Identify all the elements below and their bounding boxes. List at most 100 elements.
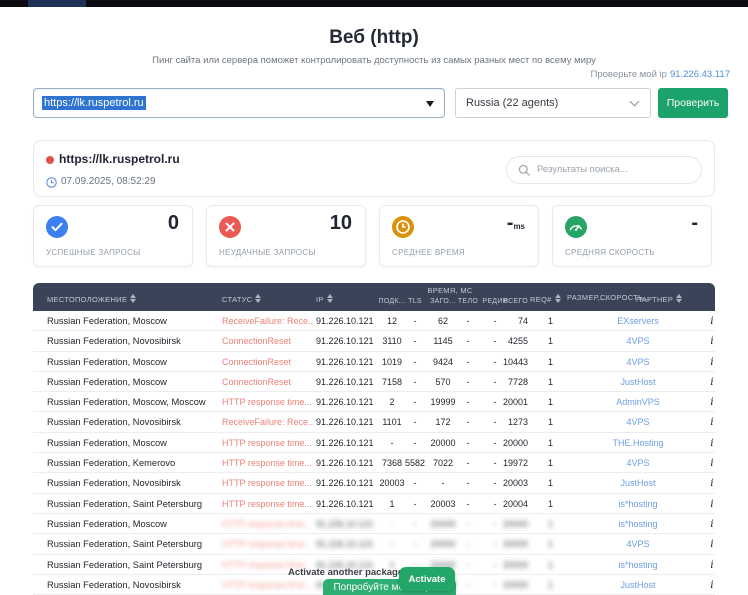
cell-req: 1 [548,499,553,509]
success-count: 0 [168,212,179,235]
cell-total: 20000 [488,539,528,549]
search-icon [518,164,531,177]
results-search-input[interactable]: Результаты поиска... [506,156,702,184]
col-ip[interactable]: IP [316,293,333,304]
cell-partner[interactable]: JustHost [588,478,688,488]
row-info-icon[interactable]: i [705,397,715,408]
cell-partner[interactable]: is*hosting [588,519,688,529]
cell-partner[interactable]: 4VPS [588,417,688,427]
col-req[interactable]: REQ# [530,293,561,304]
check-button[interactable]: Проверить [658,88,728,118]
row-info-icon[interactable]: i [705,499,715,510]
col-location[interactable]: МЕСТОПОЛОЖЕНИЕ [47,293,136,304]
cell-location: Russian Federation, Moscow [47,357,167,367]
col-body[interactable]: ТЕЛО [454,298,482,305]
row-info-icon[interactable]: i [705,580,715,591]
speedometer-icon [565,216,587,243]
cell-ip: 91.226.10.121 [316,397,374,407]
region-select-value: Russia (22 agents) [466,97,558,109]
cell-location: Russian Federation, Novosibirsk [47,336,181,346]
cell-body: - [454,458,482,468]
cell-ip: 91.226.10.121 [316,357,374,367]
activate-button[interactable]: Activate [399,567,455,591]
cell-status: ConnectionReset [222,336,291,346]
cell-body: - [454,478,482,488]
avg-time-label: СРЕДНЕЕ ВРЕМЯ [392,248,465,257]
table-row: Russian Federation, KemerovoHTTP respons… [33,453,715,473]
cell-partner[interactable]: AdminVPS [588,397,688,407]
cell-body: - [454,377,482,387]
my-ip-label: Проверьте мой ip [591,69,667,80]
failed-label: НЕУДАЧНЫЕ ЗАПРОСЫ [219,248,316,257]
cell-total: 20001 [488,397,528,407]
cell-status: HTTP response time... [222,478,312,488]
cell-location: Russian Federation, Moscow [47,438,167,448]
table-row: Russian Federation, Novosibirsk Connectio… [33,331,715,351]
row-info-icon[interactable]: i [705,316,715,327]
cell-partner[interactable]: 4VPS [588,357,688,367]
cell-req: 1 [548,357,553,367]
col-status[interactable]: СТАТУС [222,293,261,304]
col-total[interactable]: ВСЕГО [488,298,528,305]
cell-partner[interactable]: is*hosting [588,499,688,509]
page: Веб (http) Пинг сайта или сервера поможе… [0,0,748,595]
cell-partner[interactable]: is*hosting [588,560,688,570]
row-info-icon[interactable]: i [705,377,715,388]
col-partner[interactable]: ПАРТНЕР [636,293,682,304]
row-info-icon[interactable]: i [705,438,715,449]
avg-speed-label: СРЕДНЯЯ СКОРОСТЬ [565,248,655,257]
cell-body: - [454,539,482,549]
cell-body: - [454,560,482,570]
cell-req: 1 [548,438,553,448]
table-row: Russian Federation, NovosibirskReceiveFa… [33,412,715,432]
cell-total: 74 [488,316,528,326]
cell-req: 1 [548,580,553,590]
row-info-icon[interactable]: i [705,336,715,347]
cell-ip: 91.226.10.121 [316,519,374,529]
cell-status: HTTP response time... [222,438,312,448]
cell-partner[interactable]: 4VPS [588,539,688,549]
cell-total: 19972 [488,458,528,468]
table-row: Russian Federation, NovosibirskHTTP resp… [33,473,715,493]
table-row: Russian Federation, Saint PetersburgHTTP… [33,494,715,514]
card-avg-time: -ms СРЕДНЕЕ ВРЕМЯ [379,205,539,267]
cell-body: - [454,580,482,590]
cell-total: 7728 [488,377,528,387]
cell-location: Russian Federation, Saint Petersburg [47,499,202,509]
cell-location: Russian Federation, Saint Petersburg [47,539,202,549]
table-row: Russian Federation, Saint PetersburgHTTP… [33,534,715,554]
cell-ip: 91.226.10.121 [316,377,374,387]
input-dropdown-caret-icon[interactable] [426,101,434,107]
row-info-icon[interactable]: i [705,539,715,550]
cell-partner[interactable]: JustHost [588,377,688,387]
cell-body: - [454,519,482,529]
row-info-icon[interactable]: i [705,478,715,489]
table-row: Russian Federation, Moscow, MoscowHTTP r… [33,392,715,412]
cell-body: - [454,438,482,448]
cell-req: 1 [548,417,553,427]
row-info-icon[interactable]: i [705,417,715,428]
cell-total: 20000 [488,560,528,570]
cell-partner[interactable]: JustHost [588,580,688,590]
avg-speed-value: - [691,212,698,235]
row-info-icon[interactable]: i [705,560,715,571]
table-header: МЕСТОПОЛОЖЕНИЕ СТАТУС IP ВРЕМЯ, МС ПОДК.… [33,283,715,311]
success-label: УСПЕШНЫЕ ЗАПРОСЫ [46,248,141,257]
cell-partner[interactable]: 4VPS [588,336,688,346]
table-row: Russian Federation, MoscowReceiveFailure… [33,311,715,331]
cell-partner[interactable]: THE.Hosting [588,438,688,448]
row-info-icon[interactable]: i [705,519,715,530]
my-ip-link[interactable]: 91.226.43.117 [670,69,730,80]
status-dot-icon [46,156,54,164]
sort-icon [327,294,333,303]
failed-count: 10 [330,212,352,235]
region-select[interactable]: Russia (22 agents) [455,88,651,118]
card-avg-speed: - СРЕДНЯЯ СКОРОСТЬ [552,205,712,267]
cell-partner[interactable]: 4VPS [588,458,688,468]
cell-partner[interactable]: EXservers [588,316,688,326]
row-info-icon[interactable]: i [705,458,715,469]
row-info-icon[interactable]: i [705,357,715,368]
cell-total: 20000 [488,438,528,448]
clock-icon [46,175,57,193]
url-input[interactable]: https://lk.ruspetrol.ru [33,88,445,118]
